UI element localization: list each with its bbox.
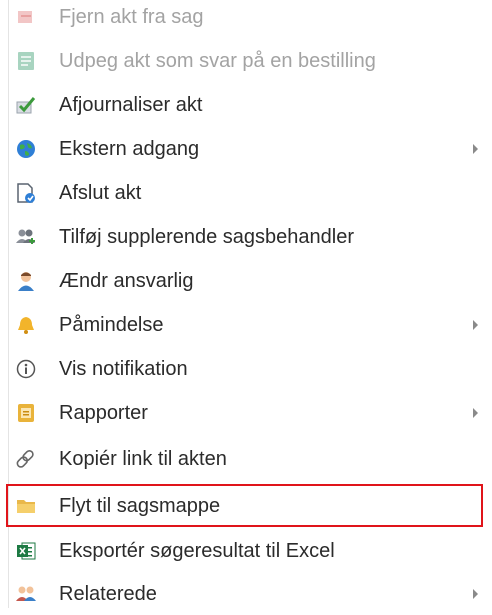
- menu-item-label: Eksportér søgeresultat til Excel: [59, 540, 335, 562]
- menu-item-label: Afjournaliser akt: [59, 94, 203, 116]
- menu-item-label: Kopiér link til akten: [59, 448, 227, 470]
- excel-icon: [16, 541, 36, 561]
- checkmark-doc-icon: [16, 95, 36, 115]
- menu-item-label: Ændr ansvarlig: [59, 270, 194, 292]
- menu-item-close-document[interactable]: Afslut akt: [16, 172, 486, 214]
- menu-item-reminder[interactable]: Påmindelse: [16, 304, 486, 346]
- menu-item-label: Relaterede: [59, 583, 157, 605]
- menu-item-designate-answer[interactable]: Udpeg akt som svar på en bestilling: [16, 40, 486, 82]
- menu-item-related[interactable]: Relaterede: [16, 573, 486, 615]
- add-users-icon: [16, 227, 36, 247]
- submenu-arrow-icon: [473, 408, 478, 418]
- menu-item-reports[interactable]: Rapporter: [16, 392, 486, 434]
- link-icon: [16, 449, 36, 469]
- menu-item-add-caseworker[interactable]: Tilføj supplerende sagsbehandler: [16, 216, 486, 258]
- context-menu: Fjern akt fra sag Udpeg akt som svar på …: [0, 0, 492, 608]
- remove-icon: [16, 7, 36, 27]
- report-icon: [16, 403, 36, 423]
- menu-item-export-excel[interactable]: Eksportér søgeresultat til Excel: [16, 530, 486, 572]
- submenu-arrow-icon: [473, 589, 478, 599]
- submenu-arrow-icon: [473, 144, 478, 154]
- menu-item-label: Tilføj supplerende sagsbehandler: [59, 226, 354, 248]
- menu-item-label: Påmindelse: [59, 314, 164, 336]
- menu-item-label: Ekstern adgang: [59, 138, 200, 160]
- highlight-box: [6, 484, 483, 527]
- submenu-arrow-icon: [473, 320, 478, 330]
- menu-item-label: Udpeg akt som svar på en bestilling: [59, 50, 376, 72]
- menu-item-external-access[interactable]: Ekstern adgang: [16, 128, 486, 170]
- menu-item-label: Rapporter: [59, 402, 148, 424]
- menu-item-label: Afslut akt: [59, 182, 142, 204]
- info-icon: [16, 359, 36, 379]
- user-icon: [16, 271, 36, 291]
- menu-item-unjournal-document[interactable]: Afjournaliser akt: [16, 84, 486, 126]
- menu-item-remove-document[interactable]: Fjern akt fra sag: [16, 0, 486, 38]
- menu-item-label: Fjern akt fra sag: [59, 6, 204, 28]
- bell-icon: [16, 315, 36, 335]
- menu-item-show-notification[interactable]: Vis notifikation: [16, 348, 486, 390]
- menu-item-copy-link[interactable]: Kopiér link til akten: [16, 438, 486, 480]
- globe-icon: [16, 139, 36, 159]
- related-users-icon: [16, 584, 36, 604]
- menu-item-change-responsible[interactable]: Ændr ansvarlig: [16, 260, 486, 302]
- answer-icon: [16, 51, 36, 71]
- menu-item-label: Vis notifikation: [59, 358, 188, 380]
- finish-doc-icon: [16, 183, 36, 203]
